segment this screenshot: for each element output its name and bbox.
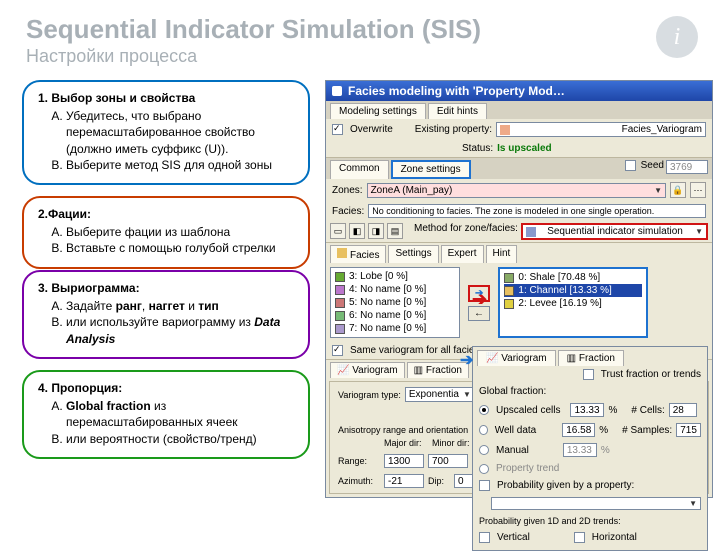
cells-value: 28 xyxy=(669,403,697,417)
subtab-expert[interactable]: Expert xyxy=(441,245,484,263)
method-combo[interactable]: Sequential indicator simulation▼ xyxy=(521,223,708,240)
range-major-input[interactable]: 1300 xyxy=(384,454,424,468)
method-label: Method for zone/facies: xyxy=(414,223,518,240)
cells-label: # Cells: xyxy=(631,405,664,416)
seed-checkbox[interactable] xyxy=(625,160,636,171)
callout-variogram: 3. Выриограмма: Задайте ранг, наггет и т… xyxy=(22,270,310,359)
global-fraction-label: Global fraction: xyxy=(479,386,546,397)
subtab-hint[interactable]: Hint xyxy=(486,245,518,263)
callout-4-a: Global fraction из перемасштабированных … xyxy=(66,398,294,430)
prob-property-checkbox[interactable] xyxy=(479,480,490,491)
variogram-type-combo[interactable]: Exponentia▼ xyxy=(405,387,475,402)
existing-property-label: Existing property: xyxy=(415,124,492,135)
overwrite-checkbox[interactable] xyxy=(332,124,343,135)
variogram-type-label: Variogram type: xyxy=(338,390,401,400)
prob-property-combo[interactable]: ▼ xyxy=(491,497,701,510)
upscaled-value: 13.33 xyxy=(570,403,604,417)
seed-label: Seed xyxy=(641,160,664,179)
template-list[interactable]: 3: Lobe [0 %] 4: No name [0 %] 5: No nam… xyxy=(330,267,460,338)
same-variogram-checkbox[interactable] xyxy=(332,345,343,356)
callout-1-b: Выберите метод SIS для одной зоны xyxy=(66,157,294,173)
prob-1d2d-label: Probability given 1D and 2D trends: xyxy=(473,513,707,529)
property-trend-label: Property trend xyxy=(496,463,559,474)
subtab-facies[interactable]: Facies xyxy=(330,245,386,263)
tab-edit-hints[interactable]: Edit hints xyxy=(428,103,487,119)
existing-property-combo[interactable]: Facies_Variogram xyxy=(496,122,706,137)
callout-2-b: Вставьте с помощью голубой стрелки xyxy=(66,240,294,256)
window-title-text: Facies modeling with 'Property Mod… xyxy=(348,84,565,98)
selected-facies-list[interactable]: 0: Shale [70.48 %] 1: Channel [13.33 %] … xyxy=(498,267,648,338)
window-titlebar[interactable]: Facies modeling with 'Property Mod… xyxy=(326,81,712,101)
azimuth-label: Azimuth: xyxy=(338,476,380,486)
logo-icon: i xyxy=(656,16,698,58)
welldata-label: Well data xyxy=(495,425,537,436)
manual-value[interactable]: 13.33 xyxy=(563,443,597,457)
toolbar-btn-3[interactable]: ◨ xyxy=(368,223,384,239)
callout-3-a: Задайте ранг, наггет и тип xyxy=(66,298,294,314)
callout-fraction: 4. Пропорция: Global fraction из перемас… xyxy=(22,370,310,459)
vertical-trend-label: Vertical xyxy=(497,532,530,543)
radio-manual[interactable] xyxy=(479,445,489,455)
annotation-blue-arrow-icon: ➔ xyxy=(460,350,473,370)
tab-modeling-settings[interactable]: Modeling settings xyxy=(330,103,426,119)
tab-variogram[interactable]: 📈 Variogram xyxy=(330,362,405,378)
trust-fraction-checkbox[interactable] xyxy=(583,369,594,380)
vertical-trend-checkbox[interactable] xyxy=(479,532,490,543)
callout-4-head: 4. Пропорция: xyxy=(38,380,294,396)
tab-common[interactable]: Common xyxy=(330,160,389,179)
status-label: Status: xyxy=(462,143,493,154)
callout-2-a: Выберите фации из шаблона xyxy=(66,224,294,240)
zones-combo[interactable]: ZoneA (Main_pay)▼ xyxy=(367,183,666,198)
dialog-tab-variogram[interactable]: 📈 Variogram xyxy=(477,350,556,366)
range-minor-input[interactable]: 700 xyxy=(428,454,468,468)
prob-property-label: Probability given by a property: xyxy=(497,480,634,491)
range-label: Range: xyxy=(338,456,380,466)
seed-input[interactable]: 3769 xyxy=(666,160,708,174)
callout-1-a: Убедитесь, что выбрано перемасштабирован… xyxy=(66,108,294,157)
radio-property-trend[interactable] xyxy=(479,464,489,474)
zones-label: Zones: xyxy=(332,185,363,196)
status-value: Is upscaled xyxy=(497,143,551,154)
samples-label: # Samples: xyxy=(622,425,672,436)
horizontal-trend-label: Horizontal xyxy=(592,532,637,543)
dip-label: Dip: xyxy=(428,476,450,486)
dialog-tab-fraction[interactable]: ▥ Fraction xyxy=(558,350,624,366)
manual-label: Manual xyxy=(496,445,529,456)
callout-3-b: или используйте вариограмму из Data Anal… xyxy=(66,314,294,346)
tab-zone-settings[interactable]: Zone settings xyxy=(391,160,471,179)
toolbar-btn-1[interactable]: ▭ xyxy=(330,223,346,239)
welldata-value: 16.58 xyxy=(562,423,595,437)
page-title: Sequential Indicator Simulation (SIS) xyxy=(26,14,481,45)
zone-tool-icon[interactable]: ⋯ xyxy=(690,182,706,198)
trust-fraction-label: Trust fraction or trends xyxy=(601,369,701,380)
callout-1-head: 1. Выбор зоны и свойства xyxy=(38,90,294,106)
toolbar-btn-2[interactable]: ◧ xyxy=(349,223,365,239)
horizontal-trend-checkbox[interactable] xyxy=(574,532,585,543)
annotation-red-arrow-icon: ➔ xyxy=(472,289,487,310)
radio-upscaled[interactable] xyxy=(479,405,489,415)
samples-value: 715 xyxy=(676,423,701,437)
zone-lock-icon[interactable]: 🔒 xyxy=(670,182,686,198)
azimuth-input[interactable]: -21 xyxy=(384,474,424,488)
facies-cond-combo[interactable]: No conditioning to facies. The zone is m… xyxy=(368,204,706,218)
fraction-dialog: 📈 Variogram ▥ Fraction Trust fraction or… xyxy=(472,346,708,551)
app-icon xyxy=(332,86,342,96)
callout-4-b: или вероятности (свойство/тренд) xyxy=(66,431,294,447)
page-subtitle: Настройки процесса xyxy=(26,46,197,67)
callout-2-head: 2.Фации: xyxy=(38,206,294,222)
callout-3-head: 3. Выриограмма: xyxy=(38,280,294,296)
overwrite-label: Overwrite xyxy=(350,124,393,135)
upscaled-label: Upscaled cells xyxy=(496,405,560,416)
toolbar-btn-4[interactable]: ▤ xyxy=(387,223,403,239)
radio-welldata[interactable] xyxy=(479,425,488,435)
facies-label: Facies: xyxy=(332,206,364,217)
callout-zone-property: 1. Выбор зоны и свойства Убедитесь, что … xyxy=(22,80,310,185)
callout-facies: 2.Фации: Выберите фации из шаблона Встав… xyxy=(22,196,310,269)
subtab-settings[interactable]: Settings xyxy=(388,245,438,263)
